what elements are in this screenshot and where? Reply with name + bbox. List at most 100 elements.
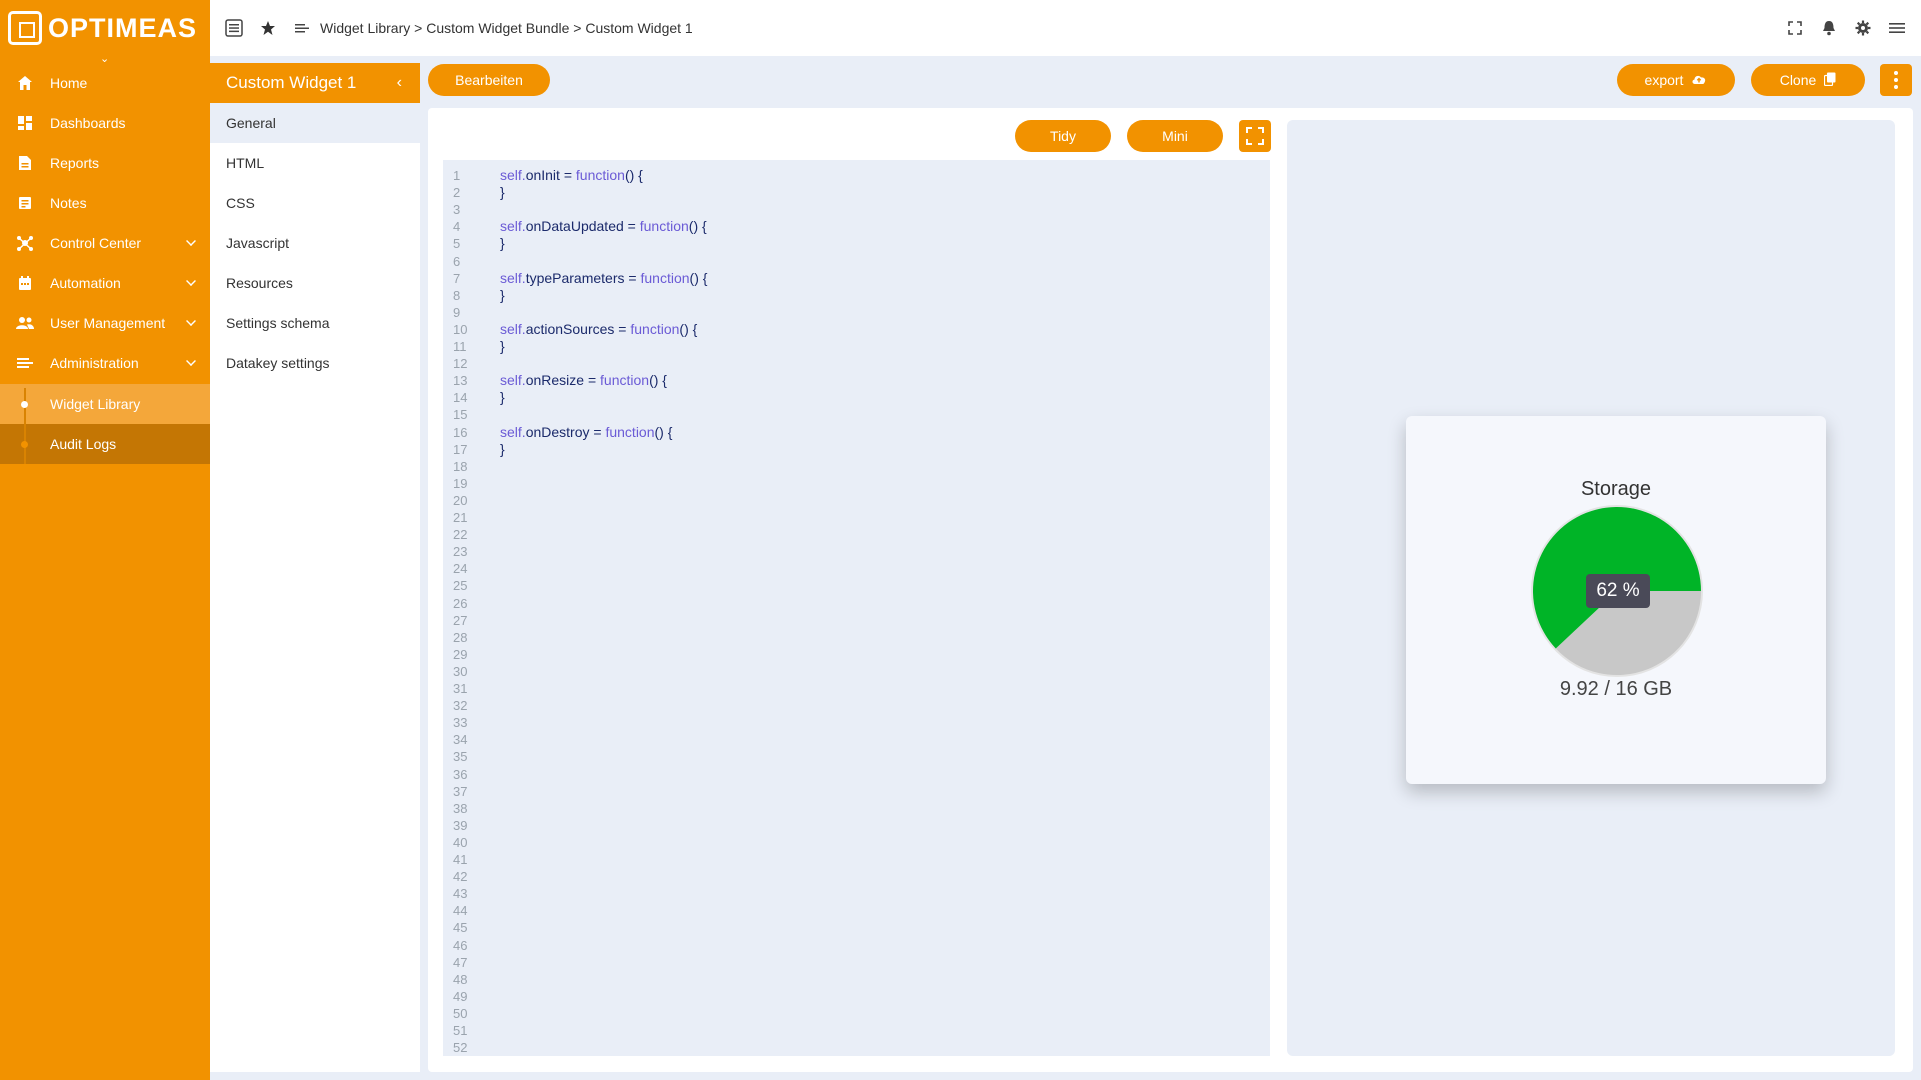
line-number: 40 (453, 834, 468, 850)
line-number: 37 (453, 783, 468, 799)
line-number: 39 (453, 817, 468, 833)
sidebar-item-label: Widget Library (50, 396, 141, 412)
line-number: 47 (453, 954, 468, 970)
tab-css[interactable]: CSS (210, 183, 420, 223)
code-line: self.onResize = function() { (500, 372, 667, 389)
line-number: 36 (453, 766, 468, 782)
hamburger-menu-icon[interactable] (1887, 18, 1907, 38)
line-number: 24 (453, 561, 468, 577)
sidebar-item-label: Dashboards (50, 115, 126, 131)
sidebar-item-home[interactable]: Home (0, 63, 210, 103)
tab-javascript[interactable]: Javascript (210, 223, 420, 263)
code-line: self.onInit = function() { (500, 167, 643, 183)
line-number: 46 (453, 937, 468, 953)
line-number: 7 (453, 270, 461, 286)
edit-button[interactable]: Bearbeiten (428, 64, 550, 96)
line-number: 31 (453, 681, 468, 696)
menu-list-icon[interactable] (292, 18, 312, 38)
sidebar-item-notes[interactable]: Notes (0, 183, 210, 223)
line-number: 2 (453, 185, 461, 201)
line-number: 49 (453, 988, 468, 1004)
line-number: 27 (453, 612, 468, 628)
line-number: 52 (453, 1040, 468, 1056)
sidebar-item-audit-logs[interactable]: Audit Logs (0, 424, 210, 464)
code-line: self.onDestroy = function() { (500, 423, 673, 440)
top-bar: Widget Library > Custom Widget Bundle > … (210, 0, 1921, 56)
code-editor[interactable]: 1 2 3 4 5 6 7 8 9 10 11 12 13 14 15 16 17 18 19 20 21 22 23 24 2… (443, 160, 1270, 1056)
line-number: 43 (453, 886, 468, 902)
collapse-chevron-icon[interactable]: ‹ (397, 74, 402, 92)
storage-value: 9.92 / 16 GB (1559, 678, 1673, 700)
line-number: 44 (453, 903, 468, 919)
sidebar-item-label: Reports (50, 155, 100, 171)
code-line: } (500, 184, 505, 201)
line-number: 9 (453, 304, 461, 320)
tab-settings-schema[interactable]: Settings schema (210, 303, 420, 343)
edit-button-label: Bearbeiten (455, 72, 523, 88)
active-dot-icon (21, 401, 28, 408)
tidy-button[interactable]: Tidy (1015, 120, 1111, 152)
line-number: 20 (453, 492, 468, 508)
line-number: 15 (453, 407, 468, 423)
line-number: 50 (453, 1005, 468, 1021)
line-number: 18 (453, 458, 468, 474)
notes-icon (16, 194, 34, 212)
fullscreen-icon[interactable] (1785, 18, 1805, 38)
cloud-upload-icon (1691, 72, 1707, 88)
sidebar-item-dashboards[interactable]: Dashboards (0, 103, 210, 143)
sidebar-item-widget-library[interactable]: Widget Library (0, 384, 210, 424)
chip-logo-icon (8, 11, 42, 45)
line-number: 35 (453, 749, 468, 765)
tab-html[interactable]: HTML (210, 143, 420, 183)
code-line: } (500, 440, 505, 457)
more-options-button[interactable] (1880, 64, 1912, 96)
subnav-header: Custom Widget 1 ‹ (210, 63, 420, 103)
widget-title: Custom Widget 1 (226, 73, 357, 92)
line-number: 13 (453, 373, 468, 389)
clone-button[interactable]: Clone (1751, 64, 1865, 96)
percent-badge: 62 % (1586, 574, 1650, 608)
bell-icon[interactable] (1819, 18, 1839, 38)
widget-title-text: Storage (1580, 478, 1652, 500)
gear-icon[interactable] (1853, 18, 1873, 38)
report-icon (16, 154, 34, 172)
sidebar: OPTIMEAS ⌄ Home Dashboards Reports Notes… (0, 0, 210, 1080)
sidebar-item-automation[interactable]: Automation (0, 263, 210, 303)
users-icon (16, 314, 34, 332)
chevron-down-icon (186, 356, 196, 366)
mini-button[interactable]: Mini (1127, 120, 1223, 152)
expand-icon (1246, 127, 1264, 145)
code-line: } (500, 235, 505, 252)
breadcrumb[interactable]: Widget Library > Custom Widget Bundle > … (320, 20, 693, 36)
export-button[interactable]: export (1617, 64, 1735, 96)
chevron-down-icon (186, 316, 196, 326)
line-number: 42 (453, 869, 468, 885)
line-number: 14 (453, 390, 468, 406)
line-number: 4 (453, 219, 461, 235)
line-number: 11 (453, 339, 467, 354)
star-icon[interactable] (258, 18, 278, 38)
line-number: 30 (453, 663, 468, 679)
sidebar-item-reports[interactable]: Reports (0, 143, 210, 183)
sidebar-item-administration[interactable]: Administration (0, 343, 210, 383)
brand-name: OPTIMEAS (48, 12, 198, 43)
tab-datakey-settings[interactable]: Datakey settings (210, 343, 420, 383)
line-number: 28 (453, 629, 468, 645)
line-number: 22 (453, 527, 468, 543)
tab-general[interactable]: General (210, 103, 420, 143)
sidebar-item-label: Home (50, 75, 88, 91)
tab-resources[interactable]: Resources (210, 263, 420, 303)
line-number: 41 (453, 852, 468, 867)
sidebar-toggle-icon[interactable] (224, 18, 244, 38)
code-line: self.onDataUpdated = function() { (500, 218, 707, 235)
line-number: 5 (453, 236, 461, 252)
storage-widget: Storage 62 % 9.92 / 16 GB (1406, 416, 1826, 784)
line-number: 23 (453, 544, 468, 560)
hub-icon (16, 234, 34, 252)
copy-icon (1824, 72, 1836, 89)
line-number: 33 (453, 715, 468, 731)
logo[interactable]: OPTIMEAS (0, 0, 210, 56)
editor-fullscreen-button[interactable] (1239, 120, 1271, 152)
sidebar-item-user-management[interactable]: User Management (0, 303, 210, 343)
sidebar-item-control-center[interactable]: Control Center (0, 223, 210, 263)
